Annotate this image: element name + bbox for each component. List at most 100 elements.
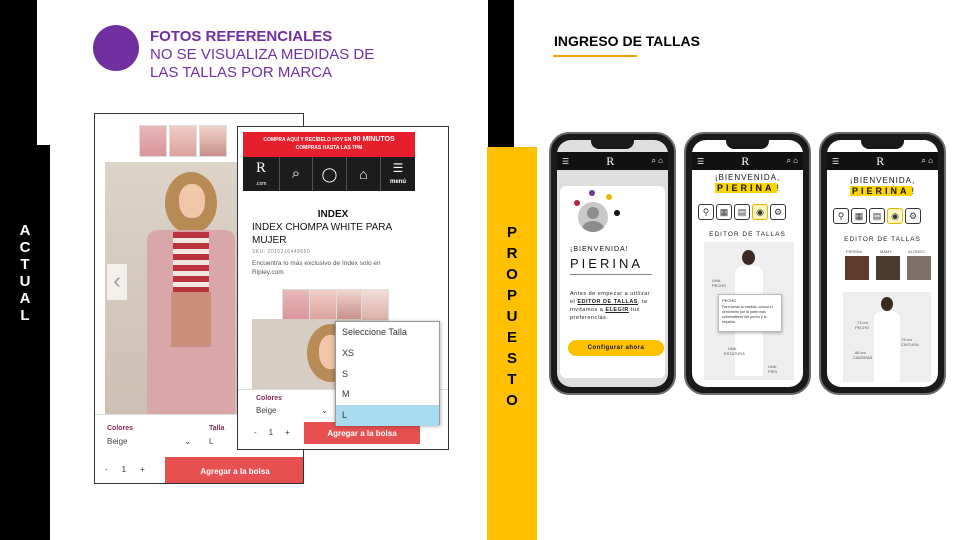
product-title: INDEX CHOMPA WHITE PARA MUJER (252, 222, 392, 246)
bag-icon[interactable]: ⌂ (658, 156, 663, 165)
welcome-name-row: PIERINA! (827, 186, 938, 196)
product-thumbnail[interactable] (282, 289, 310, 321)
side-letter: C (19, 239, 31, 256)
size-option[interactable]: M (336, 384, 439, 405)
product-thumbnail[interactable] (169, 125, 197, 157)
colors-label: Colores (107, 425, 134, 432)
phone-size-editor: ☰ R ⌕ ⌂ ¡BIENVENIDA, PIERINA! ⚲ ▦ ▤ ◉ ⚙ … (684, 132, 811, 395)
product-thumbnail[interactable] (361, 289, 389, 321)
slide: A C T U A L FOTOS REFERENCIALES NO SE VI… (0, 0, 960, 540)
note-line: LAS TALLAS POR MARCA (150, 64, 333, 81)
app-header: ☰ R ⌕ ⌂ (557, 152, 668, 170)
qty-minus-button[interactable]: - (105, 465, 108, 474)
measure-chart-icon[interactable]: ▦ (851, 208, 867, 224)
product-thumbnail[interactable] (336, 289, 364, 321)
user-name-highlight: PIERINA (849, 186, 912, 196)
side-letter: T (507, 371, 517, 388)
user-icon[interactable]: ◯ (313, 157, 347, 191)
header-actions: ⌕ ⌂ (786, 156, 798, 166)
editor-link[interactable]: EDITOR DE TALLAS (577, 299, 638, 305)
tape-measure-icon[interactable]: ◉ (752, 204, 768, 220)
size-dropdown[interactable]: Seleccione Talla XS S M L (335, 321, 440, 426)
profile-name: ALONSO (908, 249, 925, 254)
store-header: R .com ⌕ ◯ ⌂ ☰ menú (243, 157, 415, 191)
colors-select[interactable]: Beige ⌄ (107, 437, 191, 446)
color-dot-icon (606, 194, 612, 200)
search-icon[interactable]: ⌕ (651, 156, 655, 165)
menu-icon[interactable]: ☰ (697, 157, 704, 166)
store-logo[interactable]: R .com (243, 157, 280, 191)
search-icon[interactable]: ⌕ (280, 157, 313, 191)
size-dropdown-placeholder: Seleccione Talla (342, 327, 407, 337)
colors-label: Colores (256, 395, 283, 402)
profile-avatar[interactable] (907, 256, 931, 280)
measure-label: PIES (768, 369, 778, 374)
propuesto-side-label: P R O P U E S T O (487, 222, 537, 411)
colors-value: Beige (107, 437, 128, 446)
intro-text: Antes de empezar a utilizar el EDITOR DE… (570, 291, 651, 321)
avatar-icon (578, 202, 608, 232)
phone-notch (861, 140, 904, 149)
search-icon[interactable]: ⌕ (786, 156, 790, 165)
side-letter: P (506, 287, 517, 304)
add-to-bag-button[interactable]: Agregar a la bolsa (165, 457, 303, 483)
search-icon[interactable]: ⌕ (921, 156, 925, 165)
measure-chart-icon[interactable]: ▦ (716, 204, 732, 220)
menu-icon[interactable]: ☰ (562, 157, 569, 166)
menu-button[interactable]: ☰ menú (381, 157, 415, 191)
bag-icon[interactable]: ⌂ (928, 156, 933, 165)
product-thumbnail[interactable] (139, 125, 167, 157)
product-brand: INDEX (317, 209, 349, 220)
configure-now-button[interactable]: Configurar ahora (568, 340, 664, 356)
app-logo: R (876, 153, 885, 168)
bag-icon[interactable]: ⌂ (793, 156, 798, 165)
product-thumbnail[interactable] (199, 125, 227, 157)
tape-measure-icon[interactable]: ◉ (887, 208, 903, 224)
carousel-prev-icon[interactable]: ‹ (107, 264, 127, 300)
tooltip-title: PECHO (722, 298, 737, 303)
actual-side-label: A C T U A L (0, 222, 50, 324)
tooltip-text: Para tomar la medida, coloca el centímet… (722, 305, 773, 324)
measure-ruler-icon[interactable]: ▤ (734, 204, 750, 220)
size-option[interactable]: XS (336, 343, 439, 364)
figure-head (742, 250, 755, 265)
title-underline (553, 55, 637, 57)
user-name-highlight: PIERINA (714, 183, 777, 193)
center-black-bar (488, 0, 514, 147)
colors-select[interactable]: Beige ⌄ (256, 406, 328, 415)
section-title: INGRESO DE TALLAS (554, 33, 700, 49)
editor-title: EDITOR DE TALLAS (709, 231, 786, 238)
measure-ruler-icon[interactable]: ▤ (869, 208, 885, 224)
bag-icon[interactable]: ⌂ (347, 157, 381, 191)
note-line: NO SE VISUALIZA MEDIDAS DE (150, 46, 375, 63)
choose-link[interactable]: ELEGIR (605, 307, 628, 313)
welcome-text: ¡BIENVENIDA! (570, 246, 629, 253)
qty-plus-button[interactable]: + (285, 428, 290, 437)
side-letter: A (19, 222, 31, 239)
menu-icon[interactable]: ☰ (832, 157, 839, 166)
qty-minus-button[interactable]: - (254, 428, 257, 437)
gear-icon[interactable]: ⚙ (905, 208, 921, 224)
note-title: FOTOS REFERENCIALES (150, 28, 333, 45)
measure-person-icon[interactable]: ⚲ (833, 208, 849, 224)
profile-avatar[interactable] (876, 256, 900, 280)
profile-name: PIERINA (846, 249, 863, 254)
size-option[interactable]: S (336, 364, 439, 385)
measure-label: CINTURA (901, 342, 919, 347)
phone-screen: ☰ R ⌕ ⌂ ¡BIENVENIDA, PIERINA! ⚲ ▦ ▤ ◉ ⚙ … (692, 140, 803, 387)
header-actions: ⌕ ⌂ (651, 156, 663, 166)
app-header: ☰ R ⌕ ⌂ (827, 152, 938, 170)
qty-plus-button[interactable]: + (140, 465, 145, 474)
profile-avatar[interactable] (845, 256, 869, 280)
phone-screen: ☰ R ⌕ ⌂ ¡BIENVENIDA! PIERINA Antes de em… (557, 140, 668, 387)
colors-value: Beige (256, 406, 277, 415)
model-top (173, 232, 209, 292)
side-letter: U (19, 273, 31, 290)
welcome-card: ¡BIENVENIDA! PIERINA Antes de empezar a … (560, 186, 665, 378)
gear-icon[interactable]: ⚙ (770, 204, 786, 220)
measure-person-icon[interactable]: ⚲ (698, 204, 714, 220)
size-value[interactable]: L (209, 437, 213, 446)
product-thumbnail[interactable] (309, 289, 337, 321)
purple-bullet-icon (93, 25, 139, 71)
size-option-selected[interactable]: L (336, 405, 439, 426)
